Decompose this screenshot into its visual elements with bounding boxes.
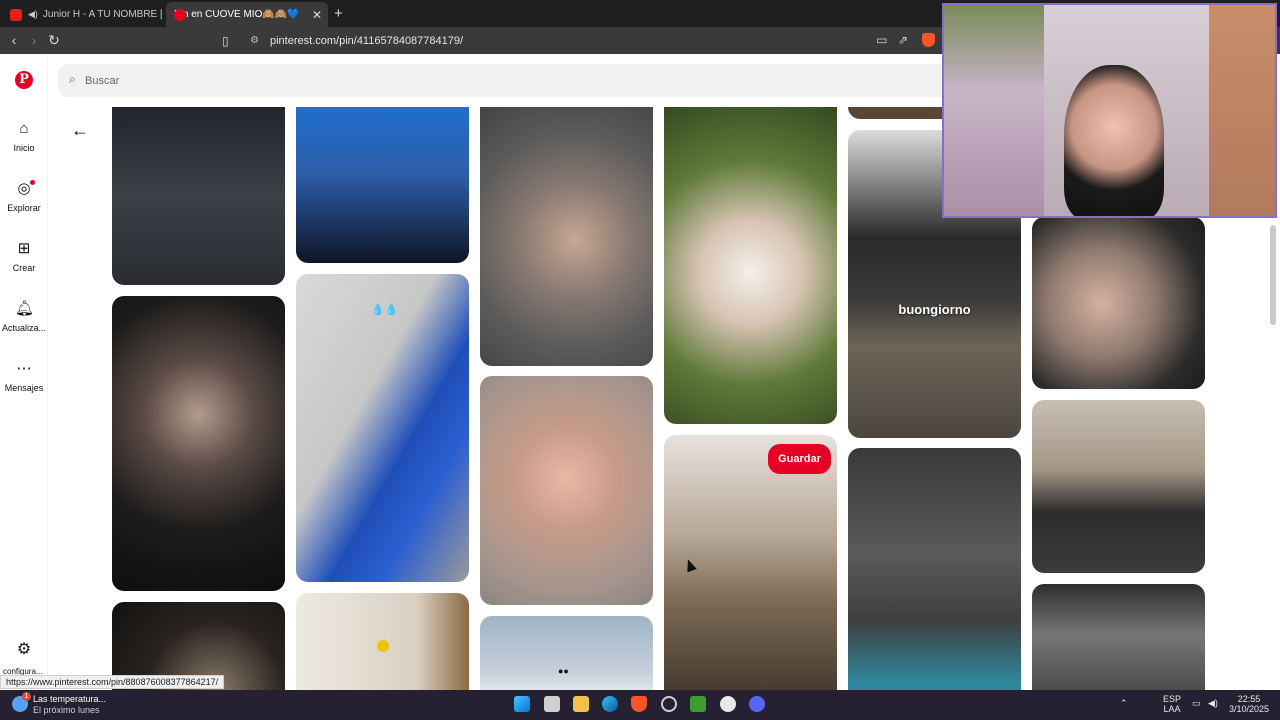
weather-title: Las temperatura... — [33, 694, 107, 704]
settings-app-icon[interactable] — [720, 696, 736, 712]
home-icon: ⌂ — [19, 120, 29, 137]
webcam-streamer — [1064, 65, 1164, 216]
tray-overflow-icon[interactable]: ⌃ — [1120, 698, 1128, 709]
speaker-icon[interactable]: ◀) — [28, 9, 38, 20]
keyboard-layout: LAA — [1163, 704, 1181, 714]
clock-time: 22:55 — [1237, 694, 1261, 704]
close-tab-icon[interactable]: ✕ — [312, 8, 322, 22]
network-icon[interactable]: ▭ — [1192, 698, 1201, 709]
nav-label: Inicio — [13, 143, 35, 153]
windows-start-icon[interactable] — [514, 696, 530, 712]
new-tab-button[interactable]: + — [334, 5, 343, 22]
notification-dot — [30, 180, 35, 185]
pin-overlay-caption: buongiorno — [898, 302, 971, 317]
url-text: pinterest.com/pin/411657840877841​79/ — [270, 34, 464, 47]
file-explorer-icon[interactable] — [573, 696, 589, 712]
eyes-emoji-icon: ●● — [558, 666, 569, 676]
site-settings-icon[interactable]: ⚙ — [250, 35, 259, 46]
nav-label: Actualiza... — [1, 323, 47, 333]
pin-image[interactable] — [112, 107, 285, 285]
settings-gear-icon[interactable]: ⚙ — [14, 640, 34, 660]
pin-image[interactable] — [1032, 217, 1205, 389]
nav-label: Mensajes — [4, 383, 44, 393]
tab-youtube[interactable]: ◀) Junior H - A TU NOMBRE [Officia — [2, 2, 162, 27]
bell-icon: 🔔︎ — [15, 300, 35, 317]
nav-messages[interactable]: ⋯ Mensajes — [0, 360, 48, 393]
pinterest-logo-icon[interactable]: P — [15, 71, 33, 89]
forward-icon[interactable]: › — [26, 32, 42, 48]
nav-updates[interactable]: 🔔︎ Actualiza... — [0, 300, 48, 333]
language-code: ESP — [1162, 694, 1181, 704]
clock[interactable]: 22:55 3/10/2025 — [1226, 694, 1272, 714]
drops-emoji: 💧💧 — [371, 304, 399, 316]
tab-title: Pin en CUOVE MIO🙈🙈💙 — [174, 9, 300, 20]
task-view-icon[interactable] — [544, 696, 560, 712]
nav-home[interactable]: ⌂ Inicio — [0, 120, 48, 153]
save-button[interactable]: Guardar — [768, 444, 831, 474]
tab-pinterest[interactable]: Pin en CUOVE MIO🙈🙈💙 ✕ — [166, 2, 328, 27]
youtube-icon — [10, 8, 22, 21]
obs-icon[interactable] — [661, 696, 677, 712]
address-bar[interactable]: ▯ ⚙ pinterest.com/pin/411657840877841​79… — [218, 30, 938, 51]
minecraft-icon[interactable] — [690, 696, 706, 712]
discord-icon[interactable] — [749, 696, 765, 712]
brave-browser-icon[interactable] — [631, 696, 647, 712]
weather-subtitle: El próximo lunes — [33, 705, 100, 715]
smile-emoji-icon — [377, 640, 389, 652]
bookmark-icon[interactable]: ▯ — [222, 34, 229, 48]
nav-label: Crear — [12, 263, 36, 273]
clock-date: 3/10/2025 — [1228, 704, 1270, 714]
nav-label: Explorar — [7, 203, 41, 213]
search-bar[interactable]: ⌕ — [58, 64, 958, 97]
reader-mode-icon[interactable]: ▭ — [876, 33, 887, 47]
pin-image[interactable] — [480, 107, 653, 366]
webcam-poster-wall — [944, 5, 1044, 216]
chat-bubble-icon: ⋯ — [16, 360, 32, 377]
pin-image[interactable] — [848, 448, 1021, 690]
language-indicator[interactable]: ESP LAA — [1160, 694, 1184, 714]
tab-title: Junior H - A TU NOMBRE [Officia — [42, 9, 162, 20]
edge-icon[interactable] — [602, 696, 618, 712]
weather-badge: 1 — [22, 692, 31, 701]
webcam-overlay — [942, 3, 1277, 218]
plus-square-icon: ⊞ — [17, 240, 31, 257]
reload-icon[interactable]: ↻ — [46, 32, 62, 49]
link-status-url: https://www.pinterest.com/pin/8808760083… — [0, 675, 225, 689]
nav-create[interactable]: ⊞ Crear — [0, 240, 48, 273]
pin-image[interactable] — [1032, 584, 1205, 690]
nav-explore[interactable]: ◎ Explorar — [0, 180, 48, 213]
search-input[interactable] — [85, 64, 885, 97]
pin-image[interactable] — [112, 296, 285, 591]
brave-shield-icon[interactable] — [922, 33, 935, 47]
pinterest-tab-icon — [174, 8, 186, 21]
pin-image[interactable] — [480, 616, 653, 690]
webcam-curtain — [1209, 5, 1275, 216]
pin-image[interactable] — [296, 107, 469, 263]
pin-image[interactable] — [296, 274, 469, 582]
page-scrollbar[interactable] — [1270, 225, 1276, 325]
search-icon: ⌕ — [69, 72, 76, 86]
share-icon[interactable]: ⇗ — [898, 33, 908, 47]
pin-image[interactable] — [480, 376, 653, 605]
back-icon[interactable]: ‹ — [6, 32, 22, 48]
pin-image[interactable] — [664, 107, 837, 424]
pin-image[interactable] — [1032, 400, 1205, 573]
volume-icon[interactable]: ◀) — [1208, 698, 1218, 709]
